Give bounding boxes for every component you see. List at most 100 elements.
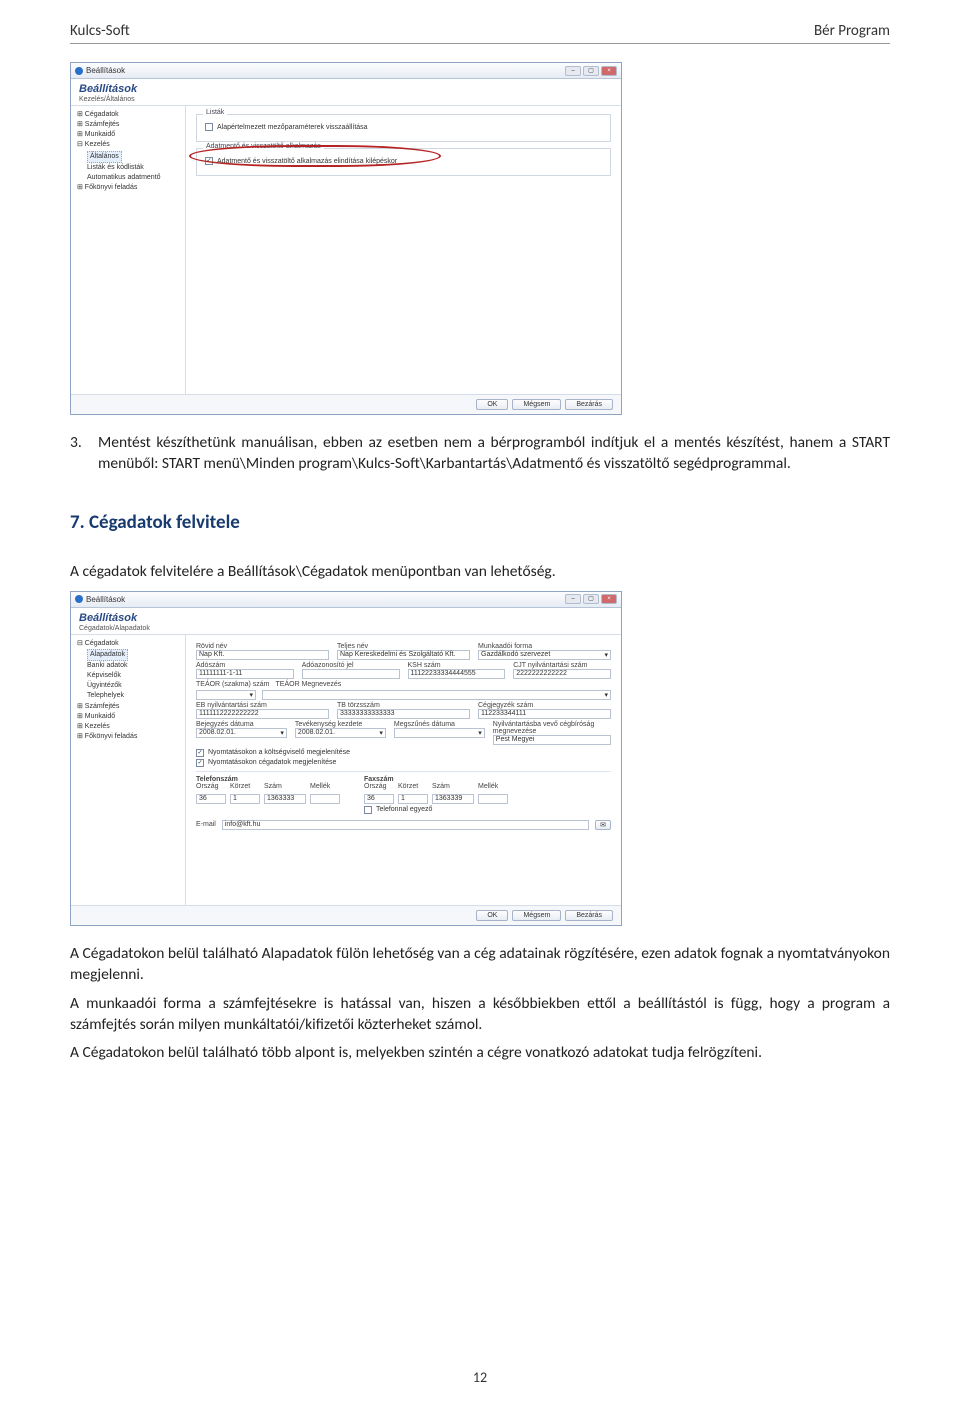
label-cegjegyzek: Cégjegyzék szám <box>478 702 611 709</box>
minimize-button[interactable]: – <box>565 66 581 76</box>
label-korzet: Körzet <box>398 783 428 790</box>
checkbox-label: Telefonnal egyező <box>376 806 432 813</box>
checkbox-icon: ✓ <box>196 749 204 757</box>
select-teaor[interactable]: ▾ <box>196 690 256 700</box>
input-fax-szam[interactable]: 1363339 <box>432 794 474 804</box>
tree-node[interactable]: ⊟ Cégadatok <box>77 639 181 649</box>
tree-node[interactable]: Ügyintézők <box>77 681 181 691</box>
dialog-header-breadcrumb: Cégadatok/Alapadatok <box>79 625 613 632</box>
input-teaor-name[interactable]: ▾ <box>262 690 611 700</box>
tree-node[interactable]: Listák és kódlisták <box>77 163 181 173</box>
label-tbtorzs: TB törzsszám <box>337 702 470 709</box>
checkbox-reset-defaults[interactable]: Alapértelmezett mezőparaméterek visszaál… <box>205 123 602 131</box>
input-megszunes[interactable]: ▾ <box>394 728 485 738</box>
input-tel-szam[interactable]: 1363333 <box>264 794 306 804</box>
checkbox-icon <box>364 806 372 814</box>
checkbox-label: Nyomtatásokon cégadatok megjelenítése <box>208 759 336 766</box>
tree-node[interactable]: ⊞ Cégadatok <box>77 110 181 120</box>
input-tel-korzet[interactable]: 1 <box>230 794 260 804</box>
input-tel-orszag[interactable]: 36 <box>196 794 226 804</box>
checkbox-nyomt-koltsegviselo[interactable]: ✓ Nyomtatásokon a költségviselő megjelen… <box>196 749 611 757</box>
input-email[interactable]: info@kft.hu <box>222 820 589 830</box>
input-fax-korzet[interactable]: 1 <box>398 794 428 804</box>
tree-node[interactable]: Automatikus adatmentő <box>77 173 181 183</box>
input-adoszam[interactable]: 11111111-1-11 <box>196 669 294 679</box>
settings-tree[interactable]: ⊟ Cégadatok Alapadatok Banki adatok Képv… <box>71 635 186 905</box>
chevron-down-icon: ▾ <box>280 729 284 737</box>
list-text: Mentést készíthetünk manuálisan, ebben a… <box>98 433 890 475</box>
checkbox-telfax-same[interactable]: Telefonnal egyező <box>364 806 508 814</box>
close-button[interactable]: Bezárás <box>565 910 613 921</box>
select-munkaado[interactable]: Gazdálkodó szervezet▾ <box>478 650 611 660</box>
chevron-down-icon: ▾ <box>478 729 482 737</box>
input-adojel[interactable] <box>302 669 400 679</box>
input-ksh[interactable]: 11122233334444555 <box>408 669 506 679</box>
input-bejegyzes[interactable]: 2008.02.01.▾ <box>196 728 287 738</box>
email-button[interactable]: ✉ <box>595 820 611 830</box>
close-button[interactable]: Bezárás <box>565 399 613 410</box>
group-backup-app: Adatmentő és visszatöltő alkalmazás ✓ Ad… <box>196 148 611 176</box>
dialog-header: Beállítások Kezelés/Általános <box>71 79 621 106</box>
input-fax-mellek[interactable] <box>478 794 508 804</box>
running-head: Kulcs-Soft Bér Program <box>70 22 890 44</box>
tree-node[interactable]: ⊞ Kezelés <box>77 722 181 732</box>
checkbox-launch-backup-on-exit[interactable]: ✓ Adatmentő és visszatöltő alkalmazás el… <box>205 157 602 165</box>
chevron-down-icon: ▾ <box>249 691 253 699</box>
tree-node[interactable]: Képviselők <box>77 671 181 681</box>
app-icon <box>75 67 83 75</box>
tree-node[interactable]: ⊞ Munkaidő <box>77 712 181 722</box>
tree-node[interactable]: Banki adatok <box>77 661 181 671</box>
chevron-down-icon: ▾ <box>604 651 608 659</box>
checkbox-nyomt-cegadatok[interactable]: ✓ Nyomtatásokon cégadatok megjelenítése <box>196 759 611 767</box>
input-fax-orszag[interactable]: 36 <box>364 794 394 804</box>
close-button[interactable]: × <box>601 594 617 604</box>
settings-tree[interactable]: ⊞ Cégadatok⊞ Számfejtés⊞ Munkaidő⊟ Kezel… <box>71 106 186 394</box>
dialog-header: Beállítások Cégadatok/Alapadatok <box>71 608 621 635</box>
app-icon <box>75 595 83 603</box>
dialog-buttonbar: OK Mégsem Bezárás <box>71 394 621 414</box>
tree-node[interactable]: Alapadatok <box>77 649 181 661</box>
input-tbtorzs[interactable]: 33333333333333 <box>337 709 470 719</box>
label-orszag: Ország <box>364 783 394 790</box>
paragraph-3: A munkaadói forma a számfejtésekre is ha… <box>70 994 890 1036</box>
label-megszunes: Megszűnés dátuma <box>394 721 485 728</box>
input-tel-mellek[interactable] <box>310 794 340 804</box>
numbered-item-3: 3. Mentést készíthetünk manuálisan, ebbe… <box>70 433 890 475</box>
paragraph-4: A Cégadatokon belül található több alpon… <box>70 1043 890 1064</box>
window-titlebar: Beállítások – ▢ × <box>71 63 621 79</box>
input-tevkezd[interactable]: 2008.02.01.▾ <box>295 728 386 738</box>
label-szam: Szám <box>264 783 306 790</box>
tree-node[interactable]: ⊟ Kezelés <box>77 140 181 150</box>
tree-node[interactable]: Általános <box>77 151 181 163</box>
input-ebnyilv[interactable]: 1111112222222222 <box>196 709 329 719</box>
ok-button[interactable]: OK <box>476 399 508 410</box>
minimize-button[interactable]: – <box>565 594 581 604</box>
group-label-telefon: Telefonszám <box>196 776 340 783</box>
input-cjnyilv[interactable]: 2222222222222 <box>513 669 611 679</box>
tree-node[interactable]: ⊞ Számfejtés <box>77 120 181 130</box>
tree-node[interactable]: ⊞ Számfejtés <box>77 702 181 712</box>
tree-node[interactable]: ⊞ Főkönyvi feladás <box>77 732 181 742</box>
checkbox-icon: ✓ <box>205 157 213 165</box>
input-teljes-nev[interactable]: Nap Kereskedelmi és Szolgáltató Kft. <box>337 650 470 660</box>
checkbox-label: Adatmentő és visszatöltő alkalmazás elin… <box>217 158 397 165</box>
maximize-button[interactable]: ▢ <box>583 594 599 604</box>
cancel-button[interactable]: Mégsem <box>512 399 561 410</box>
input-nyilv-vevo[interactable]: Pest Megyei <box>493 735 611 745</box>
label-mellek: Mellék <box>310 783 340 790</box>
input-cegjegyzek[interactable]: 112233344111 <box>478 709 611 719</box>
cancel-button[interactable]: Mégsem <box>512 910 561 921</box>
maximize-button[interactable]: ▢ <box>583 66 599 76</box>
ok-button[interactable]: OK <box>476 910 508 921</box>
input-rovid-nev[interactable]: Nap Kft. <box>196 650 329 660</box>
label-teaor-name: TEÁOR Megnevezés <box>276 681 342 688</box>
list-number: 3. <box>70 433 90 475</box>
tree-node[interactable]: Telephelyek <box>77 691 181 701</box>
tree-node[interactable]: ⊞ Munkaidő <box>77 130 181 140</box>
dialog-header-title: Beállítások <box>79 83 613 95</box>
close-button[interactable]: × <box>601 66 617 76</box>
paragraph-2: A Cégadatokon belül található Alapadatok… <box>70 944 890 986</box>
chevron-down-icon: ▾ <box>379 729 383 737</box>
tree-node[interactable]: ⊞ Főkönyvi feladás <box>77 183 181 193</box>
label-cjnyilv: CJT nyilvántartási szám <box>513 662 611 669</box>
